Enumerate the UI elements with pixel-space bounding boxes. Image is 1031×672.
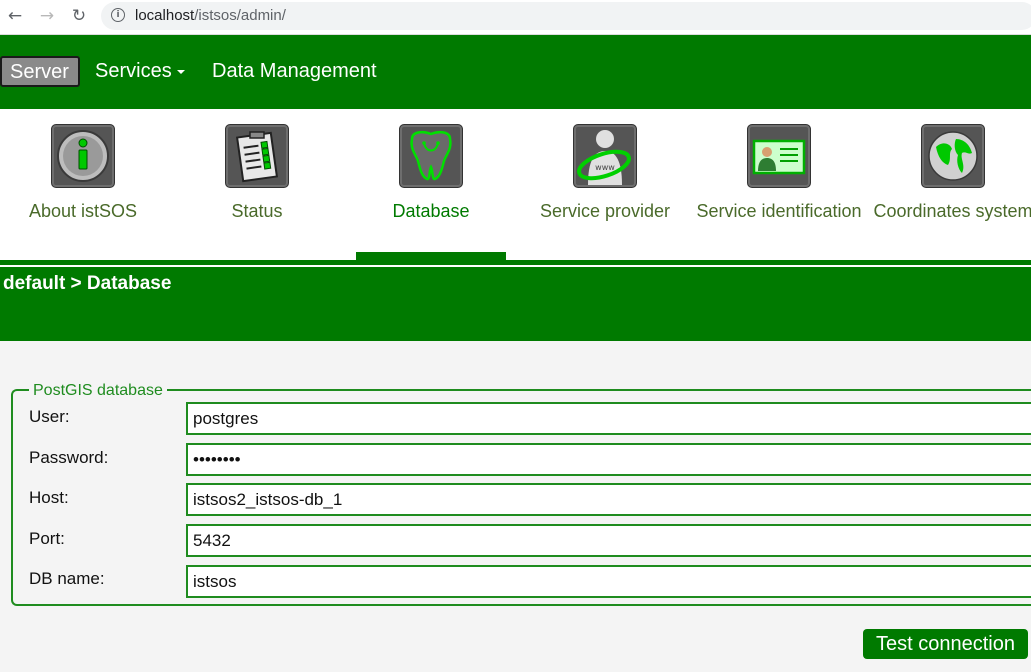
- tool-label: Service provider: [539, 201, 671, 221]
- url-text: localhost/istsos/admin/: [135, 7, 286, 24]
- clipboard-icon: [225, 124, 289, 188]
- dbname-label: DB name:: [29, 569, 105, 588]
- password-label: Password:: [29, 448, 109, 467]
- browser-toolbar: ← → ↻ i localhost/istsos/admin/: [0, 0, 1031, 35]
- info-icon: [51, 124, 115, 188]
- postgres-elephant-icon: [399, 124, 463, 188]
- svg-text:www: www: [595, 163, 615, 172]
- tool-label: Coordinates system: [873, 201, 1031, 221]
- tool-service-provider[interactable]: www Service provider: [518, 109, 692, 261]
- reload-icon[interactable]: ↻: [68, 5, 90, 27]
- person-globe-icon: www: [573, 124, 637, 188]
- address-bar[interactable]: i localhost/istsos/admin/: [101, 2, 1031, 30]
- host-input[interactable]: [186, 483, 1031, 516]
- tool-status[interactable]: Status: [170, 109, 344, 261]
- top-navigation: Server Services Data Management: [0, 35, 1031, 109]
- postgis-fieldset: PostGIS database User: Password: Host: P…: [11, 382, 1031, 606]
- nav-data-management[interactable]: Data Management: [212, 54, 377, 88]
- port-label: Port:: [29, 529, 65, 548]
- nav-services-label: Services: [95, 60, 172, 82]
- tool-label: Status: [231, 201, 283, 221]
- host-label: Host:: [29, 488, 69, 507]
- tool-label: Database: [392, 201, 470, 221]
- caret-down-icon: [176, 69, 185, 74]
- user-input[interactable]: [186, 402, 1031, 435]
- tool-database[interactable]: Database: [344, 109, 518, 261]
- tool-bar: About istSOS Status Database www Service…: [0, 109, 1031, 261]
- nav-server-button[interactable]: Server: [0, 56, 80, 87]
- password-input[interactable]: [186, 443, 1031, 476]
- breadcrumb: default > Database: [3, 273, 172, 294]
- back-arrow-icon[interactable]: ←: [4, 5, 26, 27]
- port-input[interactable]: [186, 524, 1031, 557]
- breadcrumb-band: default > Database: [0, 265, 1031, 341]
- dbname-input[interactable]: [186, 565, 1031, 598]
- tool-about-istsos[interactable]: About istSOS: [0, 109, 170, 261]
- globe-icon: [921, 124, 985, 188]
- id-card-icon: [747, 124, 811, 188]
- tool-coordinates-system[interactable]: Coordinates system: [866, 109, 1031, 261]
- nav-services-menu[interactable]: Services: [95, 54, 185, 88]
- forward-arrow-icon[interactable]: →: [36, 5, 58, 27]
- fieldset-legend: PostGIS database: [29, 382, 167, 399]
- tool-label: About istSOS: [28, 201, 138, 221]
- site-info-icon[interactable]: i: [111, 8, 125, 22]
- tool-label: Service identification: [696, 201, 862, 221]
- test-connection-button[interactable]: Test connection: [863, 629, 1028, 659]
- user-label: User:: [29, 407, 70, 426]
- tool-service-identification[interactable]: Service identification: [692, 109, 866, 261]
